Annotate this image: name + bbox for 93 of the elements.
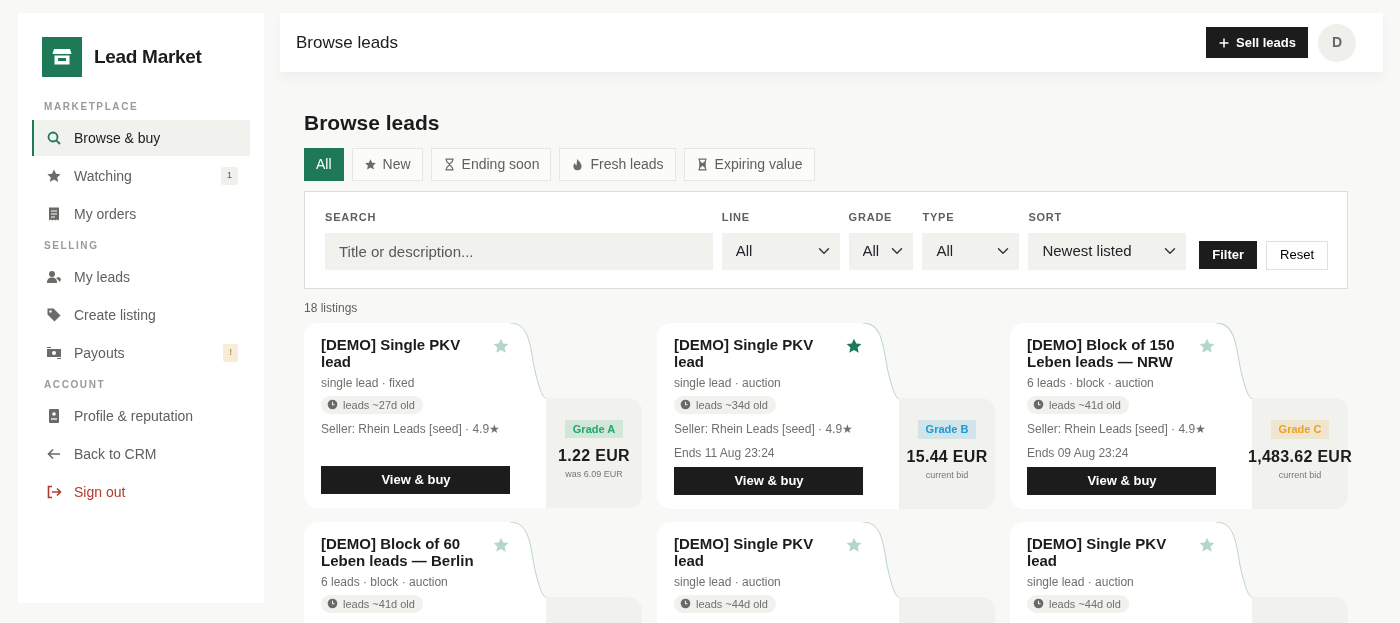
filter-tab[interactable]: Fresh leads — [559, 148, 676, 182]
age-chip: leads ~41d old — [321, 594, 423, 614]
search-icon — [46, 130, 62, 146]
flame-icon — [571, 158, 585, 172]
arrow-left-icon — [46, 446, 62, 462]
receipt-icon — [46, 206, 62, 222]
field-label: GRADE — [848, 210, 894, 226]
brand-name: Lead Market — [94, 44, 202, 69]
logo-icon — [42, 37, 82, 77]
page-heading: Browse leads — [304, 110, 441, 136]
select-field[interactable]: All — [922, 232, 1020, 270]
page-title: Browse leads — [296, 31, 399, 54]
end-time: Ends 09 Aug 23:24 — [1027, 445, 1130, 463]
alert-badge: ! — [223, 344, 238, 362]
sidebar-item[interactable]: My leads — [32, 259, 250, 295]
select-field[interactable]: All — [721, 232, 840, 270]
field-label: LINE — [721, 210, 751, 226]
price-note: was 6.09 EUR — [565, 468, 623, 482]
price: 15.44 EUR — [906, 446, 988, 467]
star-icon — [363, 158, 377, 172]
listing-title: [DEMO] Block of 60 Leben leads — Berlin — [321, 534, 475, 569]
view-buy-button[interactable]: View & buy — [674, 467, 864, 496]
listing-meta: single lead · fixed — [321, 374, 416, 392]
sidebar-item[interactable]: Back to CRM — [32, 436, 250, 472]
filter-tab[interactable]: Expiring value — [683, 148, 815, 182]
listing-meta: 6 leads · block · auction — [1027, 374, 1155, 392]
sidebar-item[interactable]: Payouts ! — [32, 335, 250, 371]
clock-icon — [680, 399, 691, 411]
listing-title: [DEMO] Single PKV lead — [674, 534, 815, 569]
listing-title: [DEMO] Single PKV lead — [674, 335, 815, 370]
plus-icon — [1218, 36, 1230, 49]
field-label: TYPE — [922, 210, 956, 226]
money-icon — [46, 345, 62, 361]
count-badge: 1 — [221, 167, 238, 185]
filter-tab[interactable]: Ending soon — [430, 148, 552, 182]
section-heading: MARKETPLACE — [44, 101, 140, 113]
listing-meta: single lead · auction — [674, 573, 782, 591]
hourglass-icon — [695, 158, 709, 172]
filter-tab[interactable]: New — [351, 148, 423, 182]
clock-icon — [1033, 598, 1044, 610]
age-chip: leads ~44d old — [674, 594, 776, 614]
field-label: SORT — [1028, 210, 1064, 226]
star-icon — [46, 168, 62, 184]
grade-badge: Grade A — [564, 419, 624, 439]
clock-icon — [327, 598, 338, 610]
select-field[interactable]: Newest listed — [1028, 232, 1187, 270]
age-chip: leads ~34d old — [674, 395, 776, 415]
tag-icon — [46, 307, 62, 323]
price: 1,483.62 EUR — [1247, 446, 1353, 467]
end-time: Ends 11 Aug 23:24 — [674, 445, 776, 463]
sidebar-item[interactable]: Watching 1 — [32, 158, 250, 194]
view-buy-button[interactable]: View & buy — [1027, 467, 1217, 496]
seller-info: Seller: Rhein Leads [seed] · 4.9★ — [674, 421, 855, 439]
price: 1.22 EUR — [558, 446, 630, 467]
clock-icon — [680, 598, 691, 610]
avatar[interactable]: D — [1318, 23, 1356, 62]
listing-count: 18 listings — [304, 299, 359, 317]
hourglass-icon — [442, 158, 456, 172]
listing-meta: single lead · auction — [674, 374, 782, 392]
age-chip: leads ~41d old — [1027, 395, 1129, 415]
listing-meta: single lead · auction — [1027, 573, 1135, 591]
seller-info: Seller: Rhein Leads [seed] · 4.9★ — [1027, 421, 1208, 439]
seller-info: Seller: Rhein Leads [seed] · 4.9★ — [321, 421, 502, 439]
sidebar-item[interactable]: My orders — [32, 196, 250, 232]
listing-title: [DEMO] Block of 150 Leben leads — NRW — [1027, 335, 1176, 370]
sell-leads-button[interactable]: Sell leads — [1206, 26, 1308, 59]
sidebar-item[interactable]: Browse & buy — [32, 120, 250, 156]
price-note: current bid — [925, 468, 969, 482]
view-buy-button[interactable]: View & buy — [321, 465, 511, 494]
price-note: current bid — [1278, 468, 1322, 482]
listing-meta: 6 leads · block · auction — [321, 573, 449, 591]
filter-button[interactable]: Filter — [1199, 240, 1258, 269]
filter-tab[interactable]: All — [304, 148, 344, 182]
reset-button[interactable]: Reset — [1266, 240, 1328, 270]
clock-icon — [1033, 399, 1044, 411]
sign-out-icon — [46, 484, 62, 500]
field-label: SEARCH — [325, 210, 378, 226]
sign-out-link[interactable]: Sign out — [32, 474, 250, 510]
listing-title: [DEMO] Single PKV lead — [1027, 534, 1168, 569]
section-heading: SELLING — [44, 240, 100, 252]
grade-badge: Grade C — [1270, 420, 1330, 439]
user-tag-icon — [46, 269, 62, 285]
listing-title: [DEMO] Single PKV lead — [321, 335, 462, 370]
section-heading: ACCOUNT — [44, 379, 107, 391]
id-card-icon — [46, 408, 62, 424]
age-chip: leads ~27d old — [321, 395, 423, 415]
age-chip: leads ~44d old — [1027, 594, 1129, 614]
sidebar-item[interactable]: Create listing — [32, 297, 250, 333]
grade-badge: Grade B — [917, 420, 977, 439]
search-field[interactable]: Title or description... — [325, 232, 713, 270]
clock-icon — [327, 399, 338, 411]
select-field[interactable]: All — [848, 232, 914, 270]
sidebar-item[interactable]: Profile & reputation — [32, 398, 250, 434]
